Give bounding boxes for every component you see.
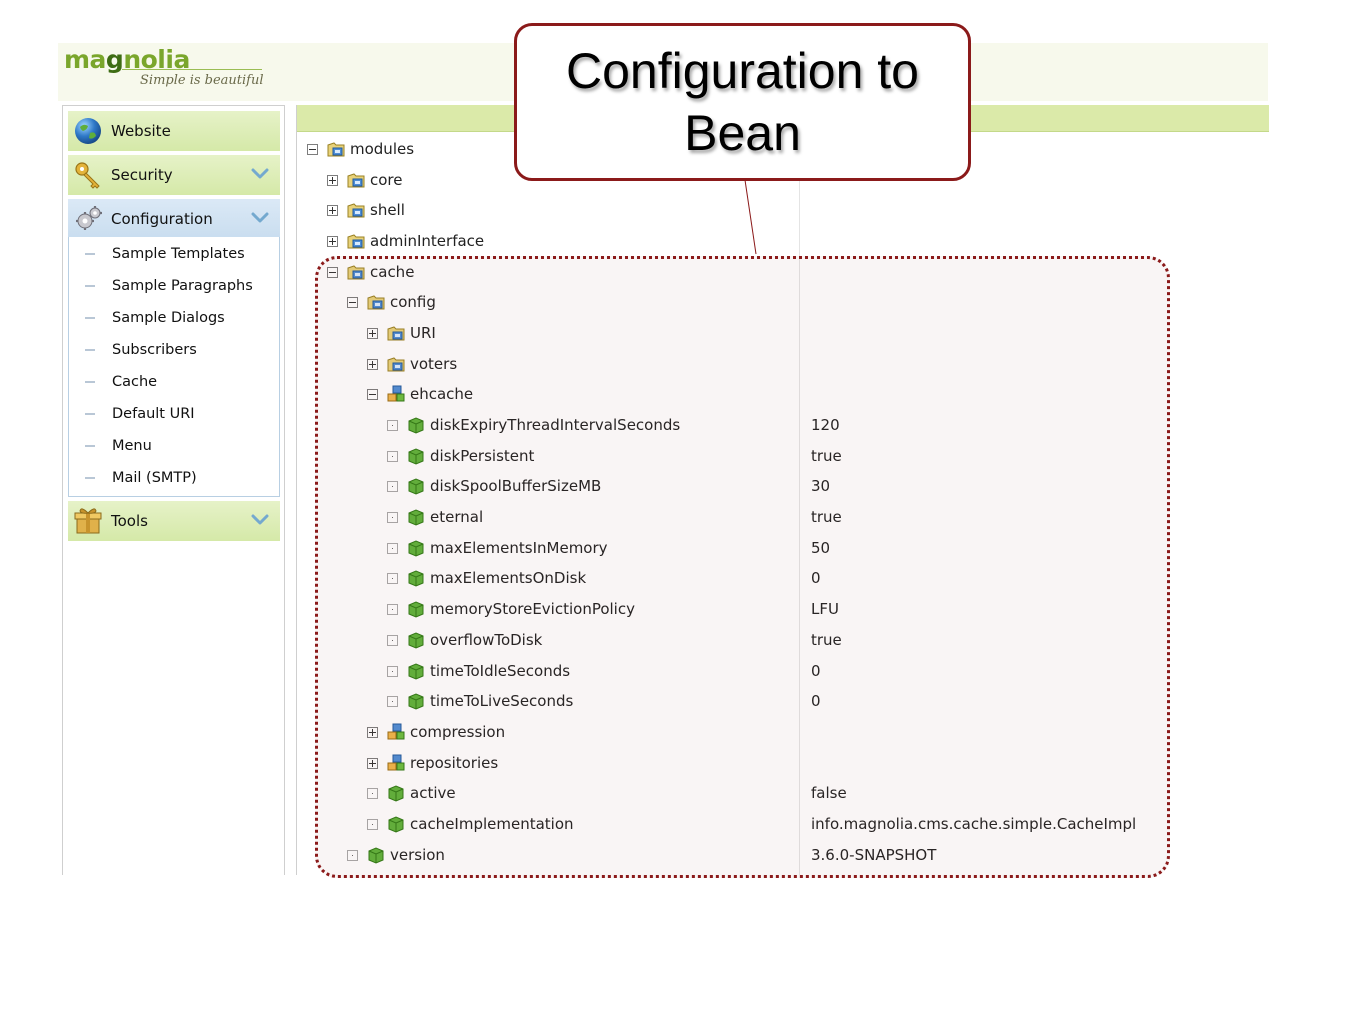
sidebar-item-sample-dialogs[interactable]: Sample Dialogs bbox=[69, 306, 279, 330]
chevron-down-icon[interactable] bbox=[250, 208, 270, 228]
sidebar-item-sample-templates[interactable]: Sample Templates bbox=[69, 242, 279, 266]
globe-icon bbox=[73, 116, 103, 146]
sidebar-item-cache[interactable]: Cache bbox=[69, 370, 279, 394]
folder-icon bbox=[347, 173, 365, 188]
nav-configuration-label: Configuration bbox=[111, 210, 213, 228]
folder-icon bbox=[327, 142, 345, 157]
tree-node-shell[interactable]: shell bbox=[327, 197, 405, 223]
nav-tools[interactable]: Tools bbox=[68, 501, 280, 541]
logo-tagline: Simple is beautiful bbox=[140, 73, 264, 88]
sidebar-item-default-uri[interactable]: Default URI bbox=[69, 402, 279, 426]
tree-node-modules[interactable]: modules bbox=[307, 136, 414, 162]
nav-website-label: Website bbox=[111, 122, 171, 140]
cache-config-highlight bbox=[315, 256, 1170, 878]
expand-toggle-icon[interactable] bbox=[327, 235, 338, 247]
sidebar-item-sample-paragraphs[interactable]: Sample Paragraphs bbox=[69, 274, 279, 298]
sidebar-item-mail-smtp[interactable]: Mail (SMTP) bbox=[69, 466, 279, 490]
sidebar-item-menu[interactable]: Menu bbox=[69, 434, 279, 458]
chevron-down-icon[interactable] bbox=[250, 510, 270, 530]
folder-icon bbox=[347, 203, 365, 218]
tree-node-core[interactable]: core bbox=[327, 167, 403, 193]
logo-rule bbox=[122, 69, 262, 70]
magnolia-logo[interactable]: magnolia Simple is beautiful bbox=[62, 45, 272, 97]
nav-website[interactable]: Website bbox=[68, 111, 280, 151]
expand-toggle-icon[interactable] bbox=[327, 204, 338, 216]
collapse-toggle-icon[interactable] bbox=[307, 143, 318, 155]
chevron-down-icon[interactable] bbox=[250, 164, 270, 184]
nav-tools-label: Tools bbox=[111, 512, 148, 530]
gears-icon bbox=[73, 204, 103, 234]
callout-text: Configuration to Bean bbox=[565, 43, 919, 161]
sidebar-item-subscribers[interactable]: Subscribers bbox=[69, 338, 279, 362]
sidebar-navigation: Website Security Configuration Sample Te… bbox=[62, 105, 285, 875]
folder-icon bbox=[347, 234, 365, 249]
nav-security[interactable]: Security bbox=[68, 155, 280, 195]
gift-box-icon bbox=[73, 506, 103, 536]
keys-icon bbox=[73, 160, 103, 190]
expand-toggle-icon[interactable] bbox=[327, 174, 338, 186]
configuration-submenu: Sample Templates Sample Paragraphs Sampl… bbox=[68, 237, 280, 497]
tree-node-admininterface[interactable]: adminInterface bbox=[327, 228, 484, 254]
callout-box: Configuration to Bean bbox=[514, 23, 971, 181]
nav-security-label: Security bbox=[111, 166, 173, 184]
nav-configuration[interactable]: Configuration bbox=[68, 199, 280, 239]
